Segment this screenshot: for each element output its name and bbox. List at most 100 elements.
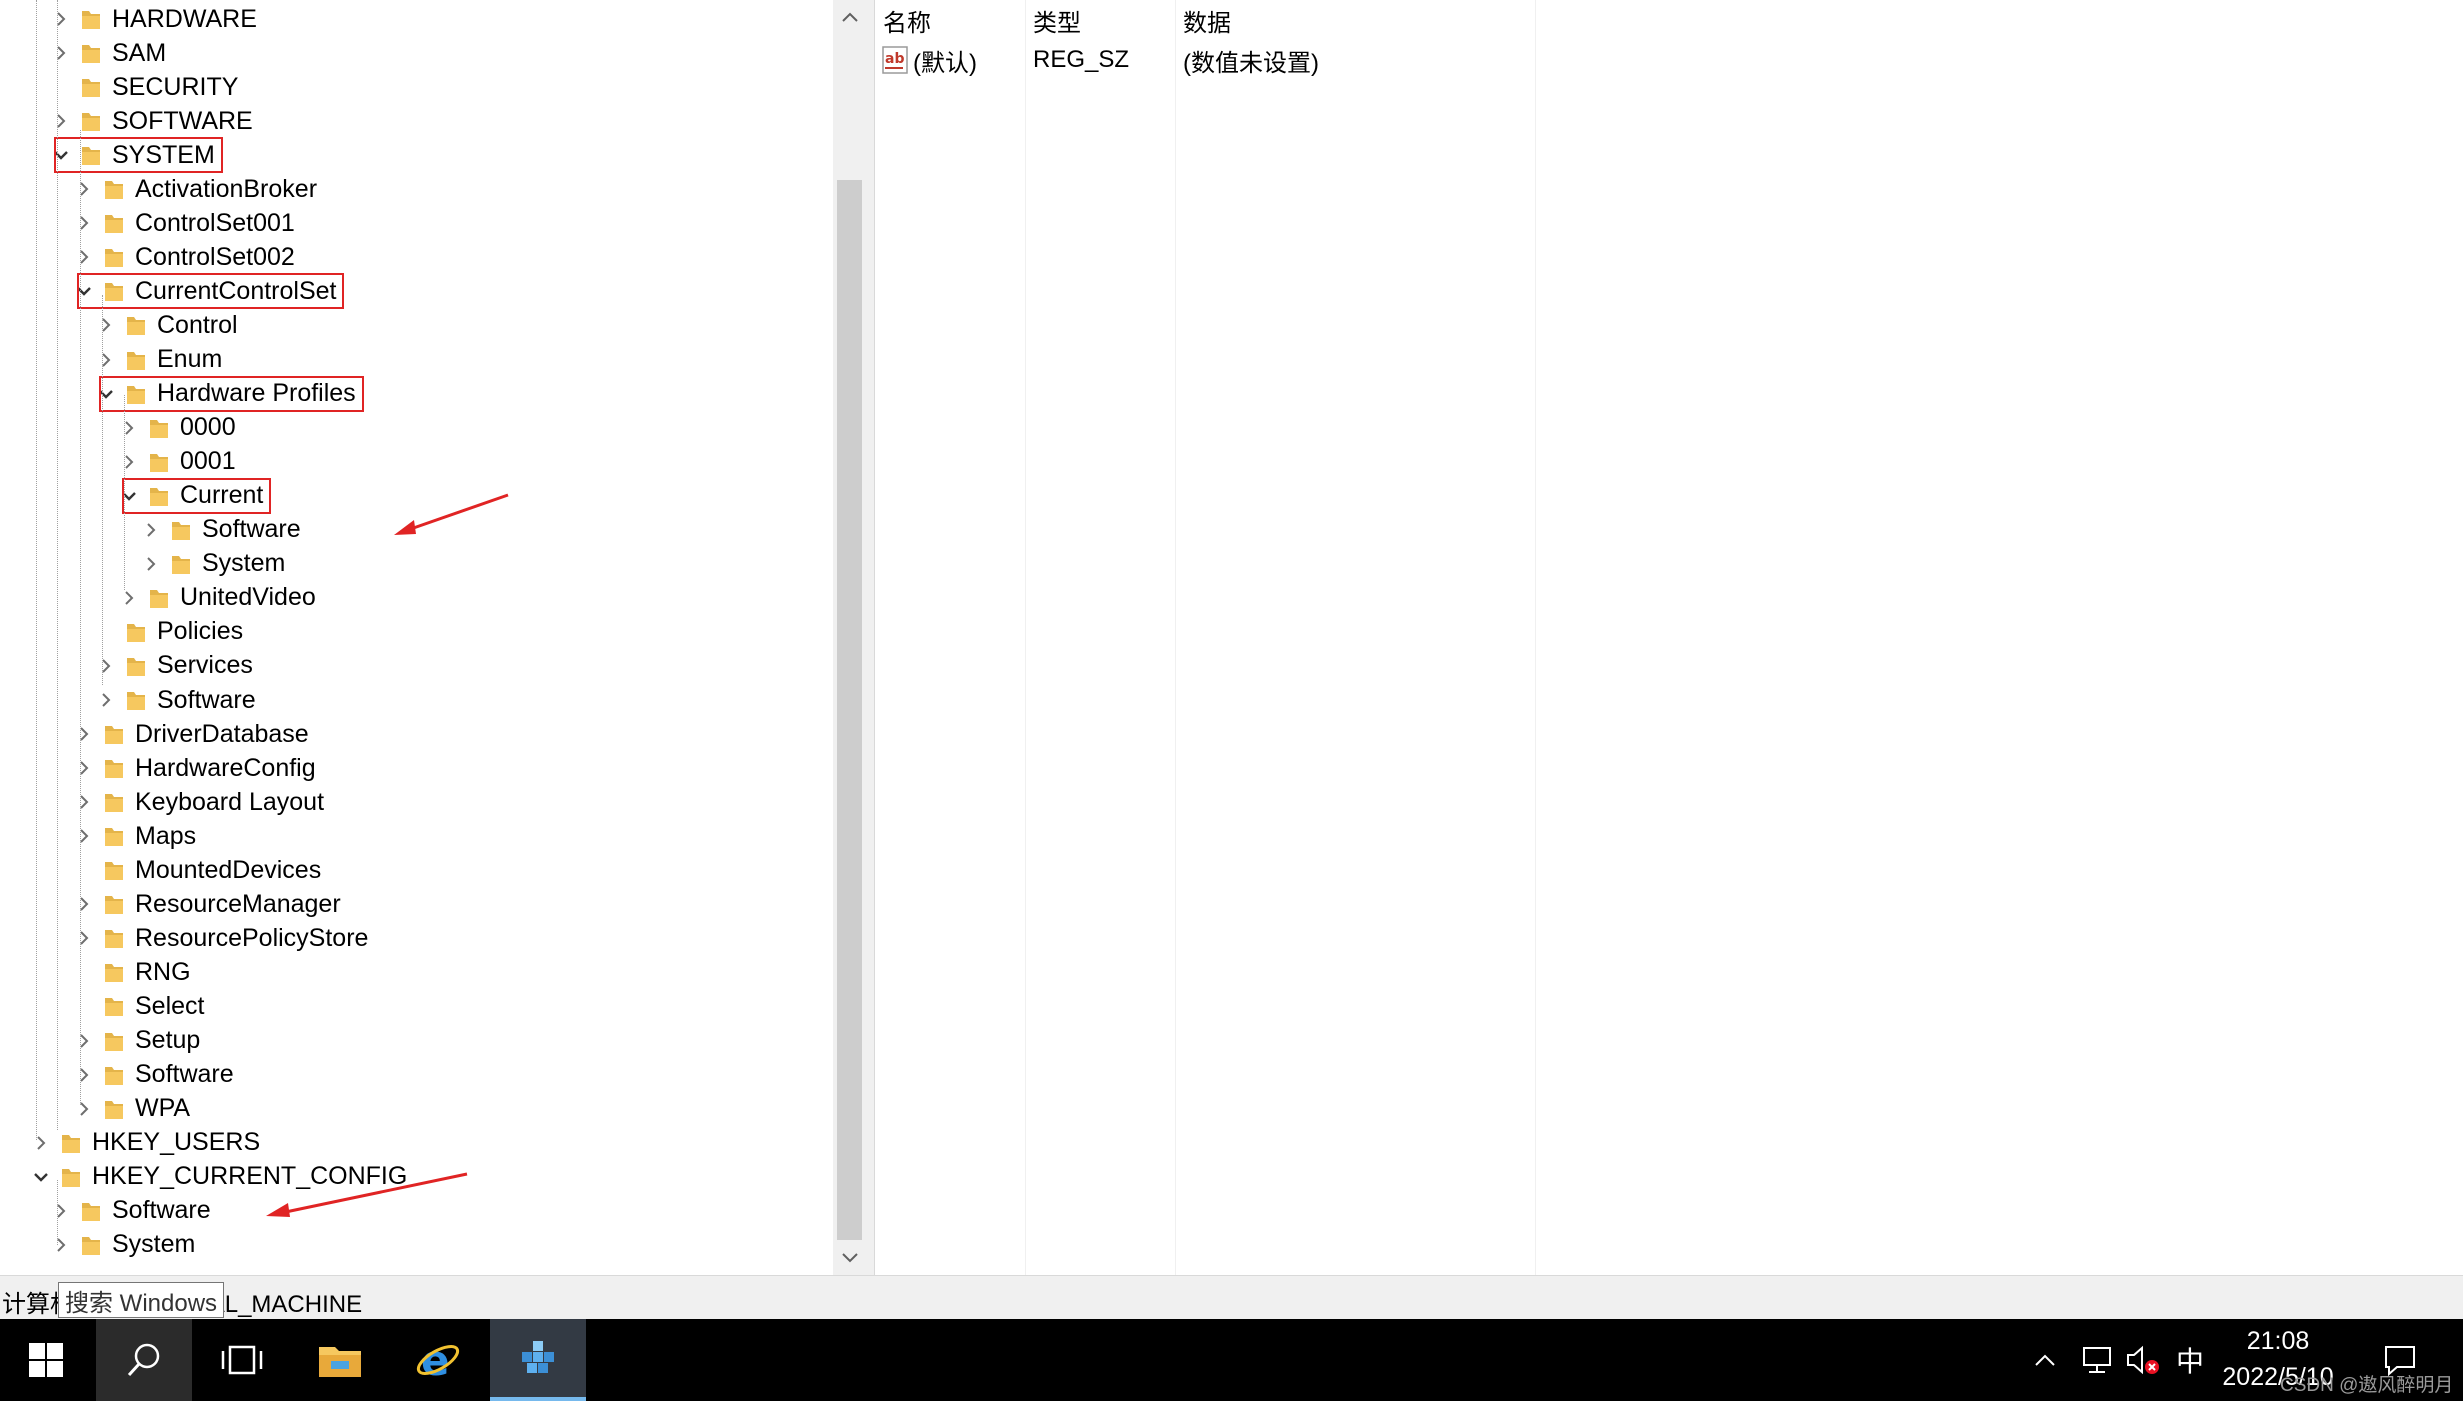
value-name-cell[interactable]: ab (默认): [881, 40, 1025, 80]
tree-node[interactable]: ResourcePolicyStore: [73, 921, 368, 955]
expand-toggle[interactable]: [140, 519, 162, 541]
registry-editor-button[interactable]: [490, 1319, 586, 1401]
expand-toggle[interactable]: [50, 8, 72, 30]
tree-node[interactable]: 0000: [118, 411, 236, 445]
tree-node[interactable]: HardwareConfig: [73, 751, 316, 785]
values-pane[interactable]: 名称 类型 数据 ab (默认) REG_SZ (数值未设置): [874, 0, 2463, 1275]
tree-node[interactable]: Setup: [73, 1024, 200, 1058]
expand-toggle[interactable]: [95, 314, 117, 336]
tree-node[interactable]: System: [140, 547, 285, 581]
chevron-right-icon: [80, 250, 89, 265]
folder-icon: [105, 1032, 123, 1051]
folder-icon: [82, 113, 100, 132]
tree-node[interactable]: Control: [95, 308, 238, 342]
expand-toggle[interactable]: [50, 110, 72, 132]
tree-scrollbar[interactable]: [833, 0, 866, 1275]
expand-toggle[interactable]: [73, 757, 95, 779]
registry-tree-pane[interactable]: HARDWARE SAM SECURITY SOFTWARE SYSTEM Activat…: [0, 0, 867, 1275]
tree-node[interactable]: Software: [73, 1058, 234, 1092]
expand-toggle: [73, 859, 95, 881]
column-header-type[interactable]: 类型: [1025, 0, 1175, 40]
tree-node[interactable]: WPA: [73, 1092, 190, 1126]
chevron-right-icon: [57, 114, 66, 128]
tree-node[interactable]: HKEY_USERS: [30, 1126, 260, 1160]
tree-node-label: Software: [112, 1196, 211, 1225]
file-explorer-button[interactable]: [292, 1319, 388, 1401]
tree-node[interactable]: Keyboard Layout: [73, 785, 324, 819]
volume-button[interactable]: [2122, 1319, 2164, 1401]
expand-toggle[interactable]: [95, 689, 117, 711]
tree-node[interactable]: ActivationBroker: [73, 172, 317, 206]
tree-node[interactable]: SAM: [50, 36, 166, 70]
tree-node-label: System: [202, 549, 286, 578]
tree-node[interactable]: ResourceManager: [73, 887, 341, 921]
task-view-button[interactable]: [194, 1319, 290, 1401]
tree-node[interactable]: MountedDevices: [73, 853, 321, 887]
tree-node[interactable]: HARDWARE: [50, 2, 257, 36]
tree-guide-line: [57, 0, 58, 1130]
internet-explorer-button[interactable]: e: [390, 1319, 486, 1401]
expand-toggle[interactable]: [73, 178, 95, 200]
network-icon: [2083, 1347, 2111, 1373]
network-button[interactable]: [2078, 1319, 2118, 1401]
expand-toggle[interactable]: [118, 587, 140, 609]
chevron-down-icon: [34, 1172, 48, 1182]
tree-node-label: 0000: [180, 413, 236, 442]
tree-node[interactable]: Software: [50, 1194, 211, 1228]
folder-icon: [105, 930, 123, 949]
tree-node[interactable]: UnitedVideo: [118, 581, 316, 615]
tree-node[interactable]: 0001: [118, 445, 236, 479]
registry-tree[interactable]: HARDWARE SAM SECURITY SOFTWARE SYSTEM Activat…: [0, 0, 830, 1275]
tree-node[interactable]: DriverDatabase: [73, 717, 309, 751]
expand-toggle[interactable]: [73, 927, 95, 949]
chevron-right-icon: [102, 693, 111, 707]
expand-toggle[interactable]: [73, 1030, 95, 1052]
column-header-data[interactable]: 数据: [1175, 0, 1525, 40]
tree-node[interactable]: Services: [95, 649, 253, 683]
tree-node[interactable]: Select: [73, 989, 204, 1023]
highlight-box: [99, 375, 364, 412]
scroll-down-button[interactable]: [833, 1241, 866, 1275]
folder-icon: [105, 249, 123, 268]
expand-toggle[interactable]: [73, 1098, 95, 1120]
tree-node[interactable]: Enum: [95, 343, 222, 377]
collapse-toggle[interactable]: [30, 1166, 52, 1188]
scroll-thumb[interactable]: [837, 180, 862, 1240]
expand-toggle[interactable]: [73, 893, 95, 915]
input-method-indicator[interactable]: 中: [2170, 1319, 2210, 1401]
expand-toggle[interactable]: [73, 723, 95, 745]
expand-toggle[interactable]: [95, 349, 117, 371]
tree-node[interactable]: Maps: [73, 819, 196, 853]
tree-node[interactable]: Policies: [95, 615, 243, 649]
expand-toggle[interactable]: [73, 825, 95, 847]
start-button[interactable]: [0, 1319, 92, 1401]
expand-toggle[interactable]: [50, 1200, 72, 1222]
expand-toggle[interactable]: [118, 451, 140, 473]
tree-node-label: WPA: [135, 1094, 191, 1123]
expand-toggle[interactable]: [118, 417, 140, 439]
expand-toggle[interactable]: [140, 553, 162, 575]
folder-icon: [105, 794, 123, 813]
tree-node[interactable]: ControlSet001: [73, 206, 295, 240]
expand-toggle[interactable]: [73, 1064, 95, 1086]
tree-node[interactable]: Software: [95, 683, 256, 717]
expand-toggle[interactable]: [73, 791, 95, 813]
expand-toggle[interactable]: [50, 42, 72, 64]
tree-node[interactable]: ControlSet002: [73, 240, 295, 274]
expand-toggle[interactable]: [95, 655, 117, 677]
scroll-up-button[interactable]: [833, 0, 866, 34]
expand-toggle[interactable]: [73, 246, 95, 268]
expand-toggle[interactable]: [30, 1132, 52, 1154]
tree-node[interactable]: SECURITY: [50, 70, 238, 104]
tree-node[interactable]: RNG: [73, 955, 191, 989]
column-header-name[interactable]: 名称: [875, 0, 1025, 40]
tree-node[interactable]: System: [50, 1228, 195, 1262]
expand-toggle[interactable]: [50, 1234, 72, 1256]
value-data: (数值未设置): [1183, 49, 1319, 77]
tree-node[interactable]: Software: [140, 513, 301, 547]
pane-splitter[interactable]: [866, 0, 874, 1275]
show-hidden-icons-button[interactable]: [2028, 1319, 2062, 1401]
search-button[interactable]: [96, 1319, 192, 1401]
expand-toggle[interactable]: [73, 212, 95, 234]
folder-icon: [172, 555, 190, 574]
